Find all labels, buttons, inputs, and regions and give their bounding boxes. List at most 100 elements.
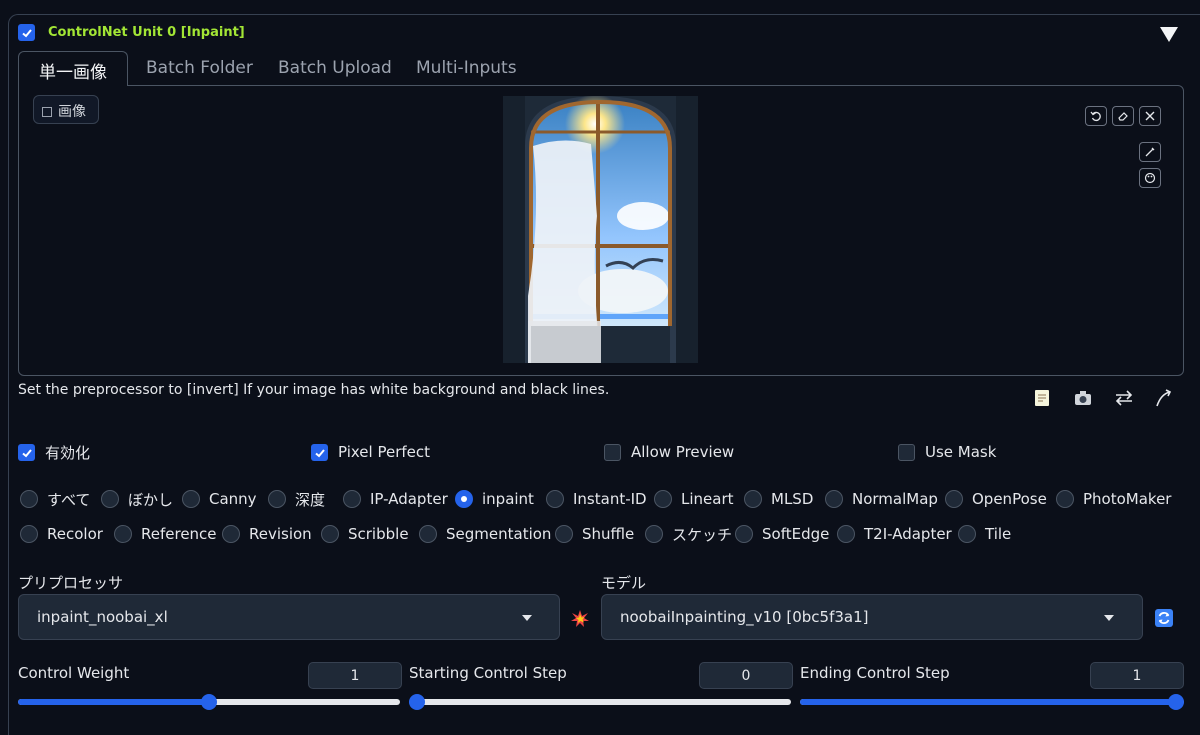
pixel-perfect-checkbox[interactable] [311, 444, 328, 461]
radio-shuffle[interactable] [555, 525, 573, 543]
ending-step-slider-fill [800, 699, 1176, 705]
radio-sketch[interactable] [645, 525, 663, 543]
brush-icon [1145, 147, 1155, 157]
radio-label-reference: Reference [141, 525, 217, 543]
allow-preview-checkbox[interactable] [604, 444, 621, 461]
radio-inpaint[interactable] [455, 490, 473, 508]
image-input-label-text: 画像 [58, 104, 86, 120]
collapse-triangle-icon[interactable] [1160, 27, 1178, 42]
radio-lineart[interactable] [654, 490, 672, 508]
radio-label-lineart: Lineart [681, 490, 734, 508]
radio-label-segmentation: Segmentation [446, 525, 552, 543]
chevron-down-icon [1104, 615, 1114, 621]
refresh-models-icon[interactable] [1154, 608, 1174, 628]
check-icon [21, 448, 32, 457]
tab-batch-upload[interactable]: Batch Upload [278, 58, 392, 78]
radio-label-all: すべて [47, 491, 91, 509]
undo-button[interactable] [1085, 106, 1107, 126]
use-mask-label: Use Mask [925, 443, 997, 461]
send-curve-arrow-icon[interactable] [1153, 388, 1175, 408]
unit-title: ControlNet Unit 0 [Inpaint] [48, 25, 245, 40]
radio-label-photomaker: PhotoMaker [1083, 490, 1172, 508]
control-weight-slider-thumb[interactable] [201, 694, 217, 710]
radio-label-canny: Canny [209, 490, 257, 508]
brush-button[interactable] [1139, 142, 1161, 162]
model-value: noobaiInpainting_v10 [0bc5f3a1] [620, 608, 869, 626]
preprocessor-label: プリプロセッサ [18, 574, 124, 592]
palette-button[interactable] [1139, 168, 1161, 188]
tab-batch-folder[interactable]: Batch Folder [146, 58, 253, 78]
starting-step-input[interactable]: 0 [699, 662, 793, 689]
radio-label-softedge: SoftEdge [762, 525, 830, 543]
control-weight-input[interactable]: 1 [308, 662, 402, 689]
radio-label-instant-id: Instant-ID [573, 490, 647, 508]
uploaded-image [503, 96, 698, 363]
radio-canny[interactable] [182, 490, 200, 508]
allow-preview-label: Allow Preview [631, 443, 735, 461]
starting-step-slider-thumb[interactable] [409, 694, 425, 710]
control-weight-slider-fill [18, 699, 209, 705]
run-preprocessor-explosion-icon[interactable] [570, 609, 590, 629]
preprocessor-dropdown[interactable]: inpaint_noobai_xl [18, 594, 560, 640]
palette-icon [1144, 172, 1156, 184]
ending-step-input[interactable]: 1 [1090, 662, 1184, 689]
unit-enable-checkbox[interactable] [18, 24, 35, 41]
starting-step-slider[interactable] [409, 694, 791, 710]
radio-label-depth: 深度 [295, 491, 326, 509]
chevron-down-icon [522, 615, 532, 621]
tab-single-image[interactable]: 単一画像 [18, 51, 128, 86]
eraser-icon [1118, 112, 1128, 121]
ending-step-slider[interactable] [800, 694, 1184, 710]
radio-label-inpaint: inpaint [482, 490, 534, 508]
control-weight-slider[interactable] [18, 694, 400, 710]
radio-instant-id[interactable] [546, 490, 564, 508]
radio-label-openpose: OpenPose [972, 490, 1047, 508]
radio-normalmap[interactable] [825, 490, 843, 508]
check-icon [21, 28, 32, 37]
enable-checkbox[interactable] [18, 444, 35, 461]
model-dropdown[interactable]: noobaiInpainting_v10 [0bc5f3a1] [601, 594, 1143, 640]
radio-segmentation[interactable] [419, 525, 437, 543]
radio-label-normalmap: NormalMap [852, 490, 938, 508]
radio-blur[interactable] [101, 490, 119, 508]
radio-label-ip-adapter: IP-Adapter [370, 490, 448, 508]
radio-label-tile: Tile [985, 525, 1012, 543]
undo-icon [1090, 111, 1101, 122]
notes-icon[interactable] [1031, 388, 1053, 408]
radio-photomaker[interactable] [1056, 490, 1074, 508]
swap-arrows-icon[interactable] [1113, 388, 1135, 408]
radio-scribble[interactable] [321, 525, 339, 543]
radio-label-blur: ぼかし [128, 491, 174, 509]
model-label: モデル [601, 574, 647, 592]
radio-recolor[interactable] [20, 525, 38, 543]
radio-ip-adapter[interactable] [343, 490, 361, 508]
tab-multi-inputs[interactable]: Multi-Inputs [416, 58, 517, 78]
preprocessor-value: inpaint_noobai_xl [37, 608, 168, 626]
radio-label-t2i-adapter: T2I-Adapter [864, 525, 952, 543]
radio-label-sketch: スケッチ [672, 526, 733, 544]
eraser-button[interactable] [1112, 106, 1134, 126]
control-weight-label: Control Weight [18, 664, 130, 682]
clear-image-button[interactable] [1139, 106, 1161, 126]
radio-mlsd[interactable] [744, 490, 762, 508]
radio-label-scribble: Scribble [348, 525, 409, 543]
radio-label-shuffle: Shuffle [582, 525, 635, 543]
use-mask-checkbox[interactable] [898, 444, 915, 461]
radio-reference[interactable] [114, 525, 132, 543]
radio-t2i-adapter[interactable] [837, 525, 855, 543]
radio-softedge[interactable] [735, 525, 753, 543]
radio-label-recolor: Recolor [47, 525, 103, 543]
check-icon [314, 448, 325, 457]
radio-depth[interactable] [268, 490, 286, 508]
image-input-label: 画像 [33, 95, 99, 124]
radio-label-revision: Revision [249, 525, 312, 543]
radio-all[interactable] [20, 490, 38, 508]
radio-label-mlsd: MLSD [771, 490, 814, 508]
starting-step-label: Starting Control Step [409, 664, 567, 682]
radio-openpose[interactable] [945, 490, 963, 508]
ending-step-slider-thumb[interactable] [1168, 694, 1184, 710]
radio-tile[interactable] [958, 525, 976, 543]
enable-label: 有効化 [45, 444, 91, 462]
camera-icon[interactable] [1072, 388, 1094, 408]
radio-revision[interactable] [222, 525, 240, 543]
